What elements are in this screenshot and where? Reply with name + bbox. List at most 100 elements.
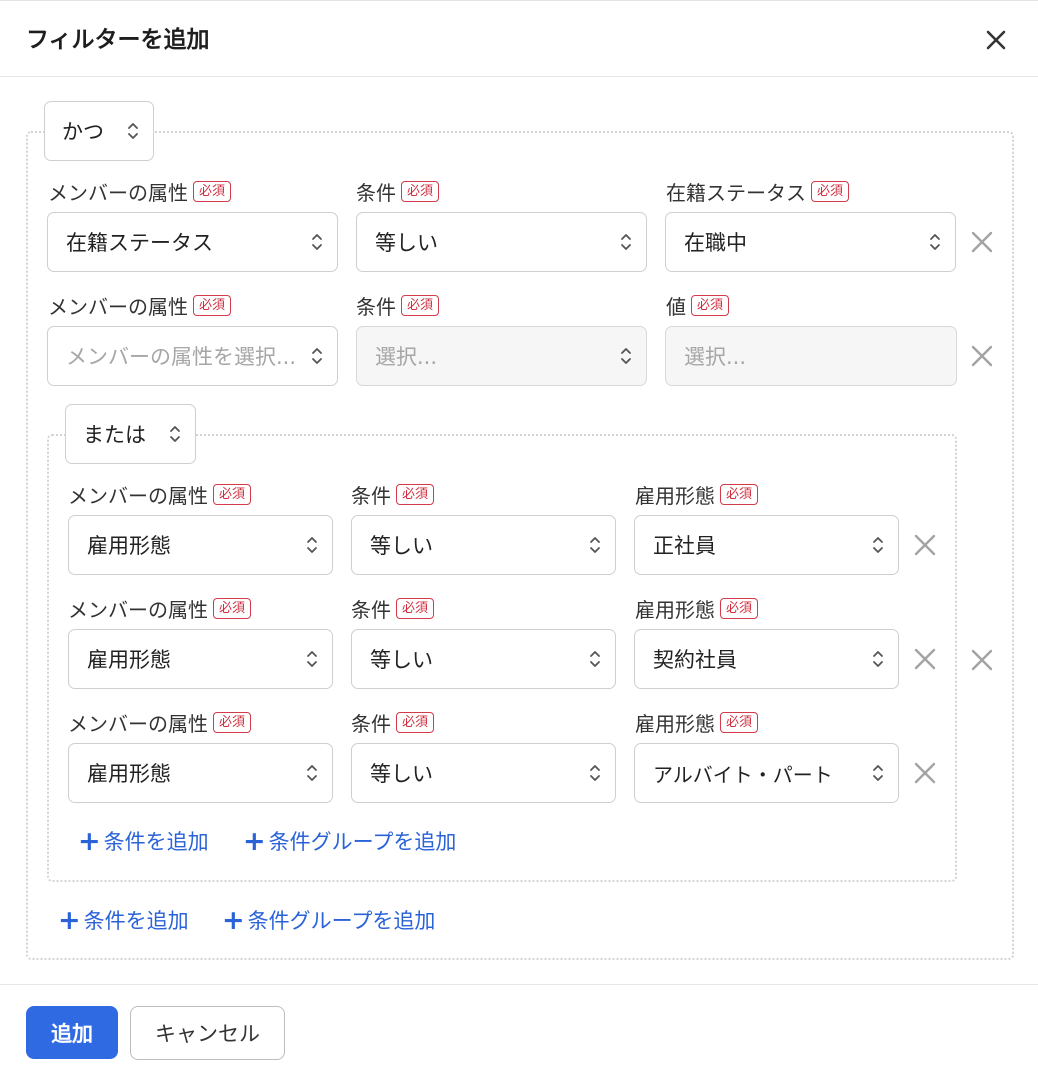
attribute-label: メンバーの属性 必須	[68, 595, 252, 622]
chevron-up-down-icon	[873, 651, 883, 667]
condition-select[interactable]: 選択...	[356, 326, 647, 386]
attribute-label: メンバーの属性 必須	[68, 481, 252, 508]
required-badge: 必須	[213, 597, 252, 619]
value-select[interactable]: 契約社員	[634, 629, 899, 689]
outer-add-group-link[interactable]: + 条件グループを追加	[222, 905, 435, 935]
required-badge: 必須	[396, 483, 435, 505]
chevron-up-down-icon	[873, 537, 883, 553]
value-select-value: 在職中	[684, 231, 747, 255]
chevron-up-down-icon	[312, 234, 322, 250]
remove-condition-button[interactable]	[969, 343, 995, 369]
footer-divider	[0, 984, 1038, 985]
condition-select-value: 等しい	[375, 231, 438, 255]
required-badge: 必須	[401, 180, 440, 202]
attribute-select-value: 雇用形態	[87, 762, 171, 786]
chevron-up-down-icon	[307, 651, 317, 667]
value-label: 雇用形態 必須	[635, 481, 759, 508]
chevron-up-down-icon	[930, 234, 940, 250]
condition-select-value: 等しい	[370, 648, 433, 672]
plus-icon: +	[222, 904, 245, 936]
attribute-label: メンバーの属性 必須	[68, 709, 252, 736]
condition-select[interactable]: 等しい	[351, 515, 616, 575]
value-label: 雇用形態 必須	[635, 595, 759, 622]
outer-logic-value: かつ	[62, 120, 104, 144]
close-button[interactable]	[978, 22, 1014, 58]
attribute-select[interactable]: 雇用形態	[68, 629, 333, 689]
attribute-select-value: 在籍ステータス	[66, 231, 213, 255]
condition-select-value: 等しい	[370, 762, 433, 786]
remove-condition-button[interactable]	[912, 532, 938, 558]
chevron-up-down-icon	[170, 426, 180, 442]
required-badge: 必須	[213, 711, 252, 733]
chevron-up-down-icon	[307, 537, 317, 553]
value-select[interactable]: アルバイト・パート	[634, 743, 899, 803]
top-border	[0, 0, 1038, 1]
condition-select[interactable]: 等しい	[356, 212, 647, 272]
required-badge: 必須	[396, 597, 435, 619]
plus-icon: +	[243, 825, 266, 857]
x-icon	[914, 762, 936, 784]
chevron-up-down-icon	[312, 348, 322, 364]
chevron-up-down-icon	[128, 123, 138, 139]
required-badge: 必須	[720, 483, 759, 505]
attribute-select-placeholder: メンバーの属性を選択...	[66, 345, 297, 369]
required-badge: 必須	[396, 711, 435, 733]
x-icon	[914, 648, 936, 670]
required-badge: 必須	[720, 711, 759, 733]
required-badge: 必須	[193, 180, 232, 202]
condition-label: 条件 必須	[351, 709, 435, 736]
chevron-up-down-icon	[307, 765, 317, 781]
value-select[interactable]: 在職中	[665, 212, 956, 272]
attribute-select[interactable]: 雇用形態	[68, 743, 333, 803]
cancel-button[interactable]: キャンセル	[130, 1006, 285, 1060]
required-badge: 必須	[401, 294, 440, 316]
inner-logic-select[interactable]: または	[65, 404, 196, 464]
add-button[interactable]: 追加	[26, 1006, 118, 1059]
condition-label: 条件 必須	[351, 595, 435, 622]
chevron-up-down-icon	[621, 234, 631, 250]
attribute-select-value: 雇用形態	[87, 648, 171, 672]
plus-icon: +	[78, 825, 101, 857]
remove-condition-button[interactable]	[969, 229, 995, 255]
value-label: 値必須	[666, 292, 730, 319]
condition-select[interactable]: 等しい	[351, 743, 616, 803]
remove-condition-button[interactable]	[912, 760, 938, 786]
required-badge: 必須	[213, 483, 252, 505]
value-select-value: 正社員	[653, 534, 716, 558]
condition-select-value: 等しい	[370, 534, 433, 558]
header-divider	[0, 76, 1038, 77]
inner-logic-value: または	[83, 423, 146, 447]
chevron-up-down-icon	[873, 765, 883, 781]
required-badge: 必須	[720, 597, 759, 619]
attribute-select[interactable]: メンバーの属性を選択...	[47, 326, 338, 386]
inner-add-condition-link[interactable]: + 条件を追加	[78, 826, 209, 856]
chevron-up-down-icon	[621, 348, 631, 364]
attribute-select[interactable]: 在籍ステータス	[47, 212, 338, 272]
value-input[interactable]: 選択...	[665, 326, 957, 386]
attribute-label: メンバーの属性 必須	[48, 292, 232, 319]
inner-add-group-link[interactable]: + 条件グループを追加	[243, 826, 456, 856]
chevron-up-down-icon	[590, 651, 600, 667]
x-icon	[914, 534, 936, 556]
condition-select-placeholder: 選択...	[375, 345, 438, 369]
value-label: 雇用形態 必須	[635, 709, 759, 736]
outer-logic-select[interactable]: かつ	[44, 101, 154, 161]
outer-add-condition-link[interactable]: + 条件を追加	[58, 905, 189, 935]
attribute-select-value: 雇用形態	[87, 534, 171, 558]
condition-label: 条件 必須	[351, 481, 435, 508]
attribute-select[interactable]: 雇用形態	[68, 515, 333, 575]
chevron-up-down-icon	[590, 537, 600, 553]
remove-group-button[interactable]	[969, 647, 995, 673]
x-icon	[971, 649, 993, 671]
required-badge: 必須	[691, 294, 730, 316]
value-select-value: アルバイト・パート	[653, 762, 833, 787]
condition-label: 条件 必須	[356, 178, 440, 205]
plus-icon: +	[58, 904, 81, 936]
x-icon	[971, 231, 993, 253]
required-badge: 必須	[811, 180, 850, 202]
dialog-title: フィルターを追加	[26, 27, 210, 53]
remove-condition-button[interactable]	[912, 646, 938, 672]
required-badge: 必須	[193, 294, 232, 316]
value-select[interactable]: 正社員	[634, 515, 899, 575]
condition-select[interactable]: 等しい	[351, 629, 616, 689]
